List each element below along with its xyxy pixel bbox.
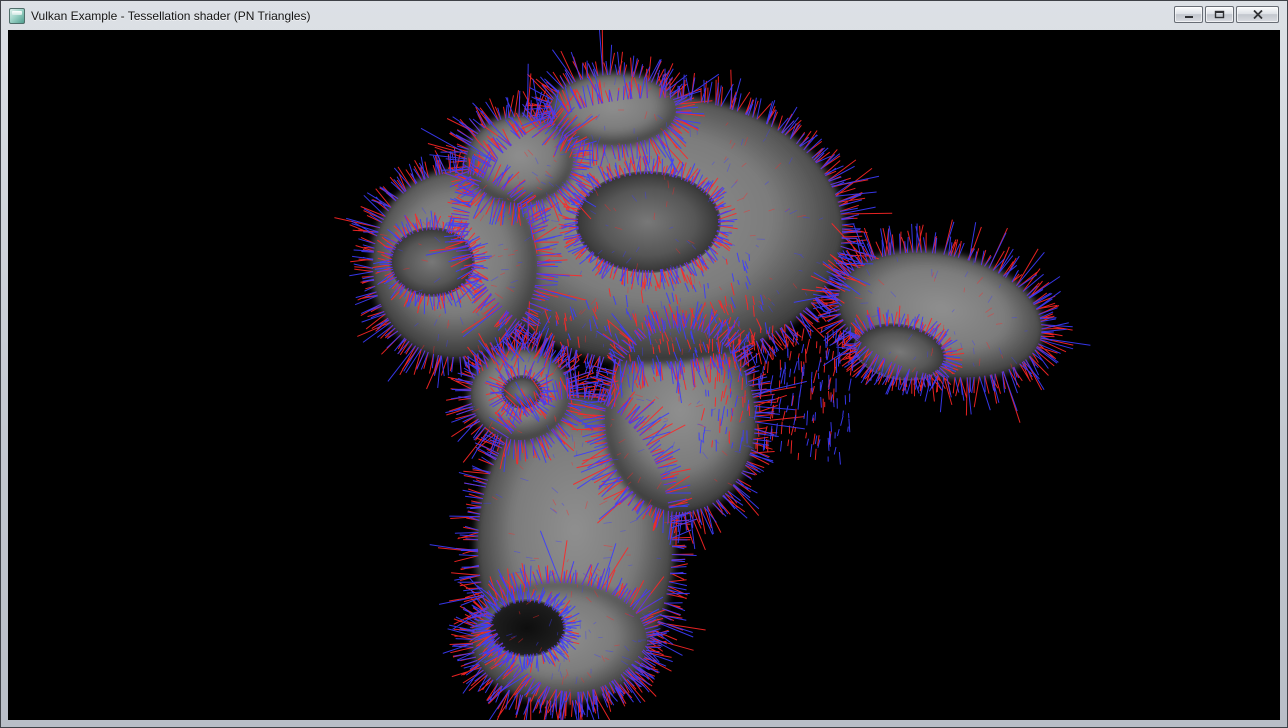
close-button[interactable] (1236, 6, 1279, 23)
maximize-button[interactable] (1205, 6, 1234, 23)
maximize-icon (1214, 10, 1225, 19)
window-title: Vulkan Example - Tessellation shader (PN… (31, 9, 1168, 23)
minimize-icon (1184, 10, 1194, 19)
close-icon (1253, 10, 1263, 19)
tessellated-model-render (8, 30, 1280, 720)
minimize-button[interactable] (1174, 6, 1203, 23)
titlebar[interactable]: Vulkan Example - Tessellation shader (PN… (8, 1, 1280, 30)
render-viewport[interactable] (8, 30, 1280, 720)
window-controls (1174, 6, 1279, 23)
app-window: Vulkan Example - Tessellation shader (PN… (0, 0, 1288, 728)
vulkan-app-icon (9, 8, 25, 24)
